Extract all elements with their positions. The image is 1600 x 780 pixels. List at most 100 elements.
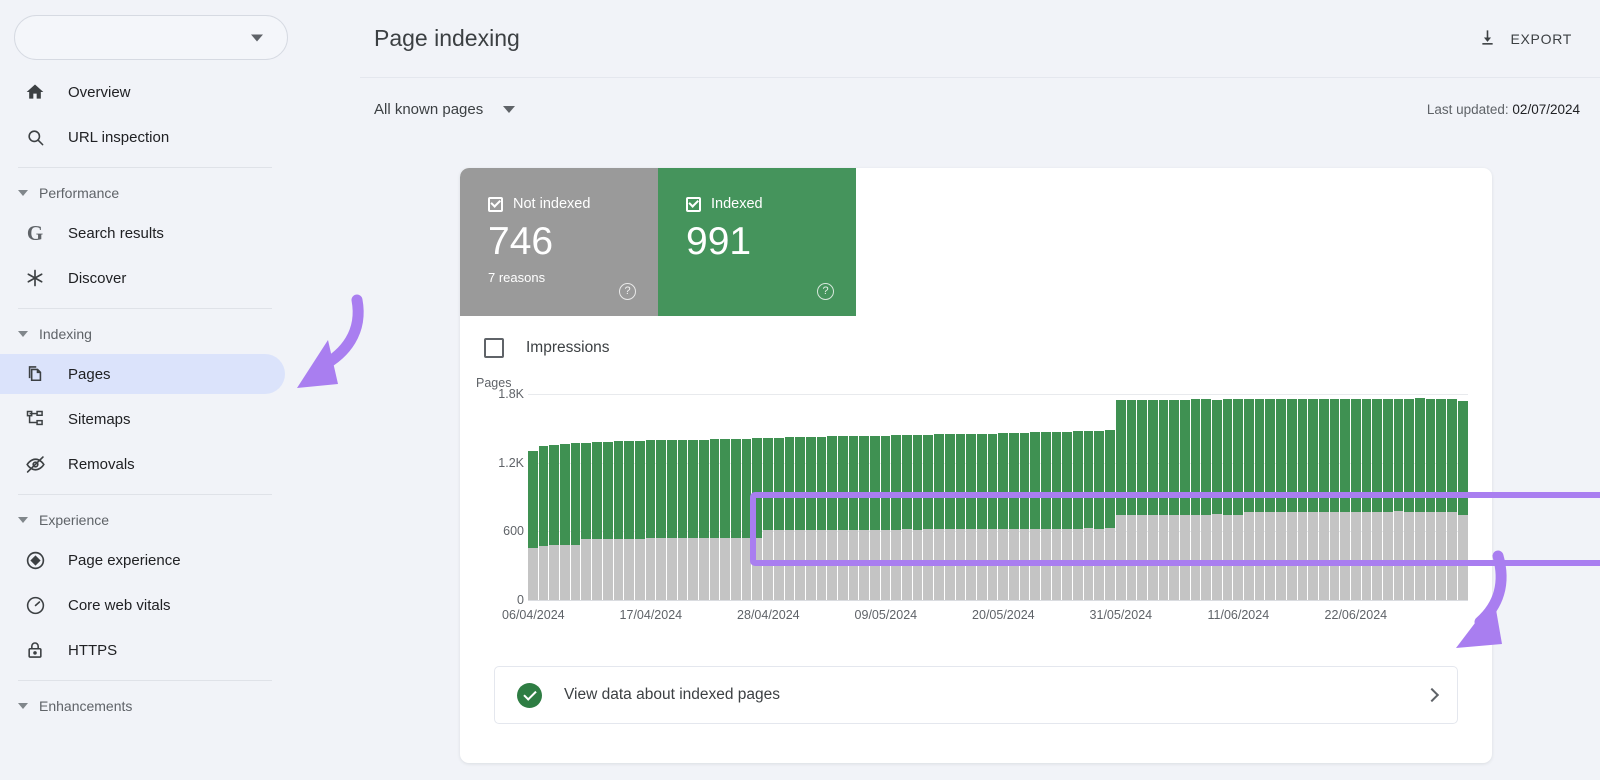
bar[interactable] [1147, 399, 1158, 600]
bar[interactable] [731, 438, 741, 600]
sidebar-section-performance[interactable]: Performance [0, 178, 360, 208]
bar[interactable] [1008, 433, 1019, 600]
sidebar-item-core-web-vitals[interactable]: Core web vitals [0, 585, 285, 625]
bar[interactable] [966, 433, 976, 600]
sidebar-item-page-experience[interactable]: Page experience [0, 540, 285, 580]
bar[interactable] [1425, 398, 1436, 600]
sidebar-item-removals[interactable]: Removals [0, 444, 285, 484]
page-filter-select[interactable]: All known pages [374, 101, 516, 118]
property-selector[interactable] [14, 15, 288, 60]
bar[interactable] [1233, 399, 1244, 600]
bar[interactable] [1030, 432, 1040, 600]
bar[interactable] [1383, 398, 1393, 600]
bar[interactable] [1276, 399, 1286, 600]
bar[interactable] [1105, 430, 1115, 600]
bar[interactable] [902, 434, 912, 600]
bar[interactable] [944, 434, 955, 600]
bar[interactable] [645, 440, 656, 600]
bar[interactable] [1083, 430, 1094, 600]
sidebar-item-https[interactable]: HTTPS [0, 630, 285, 670]
bar[interactable] [752, 438, 763, 600]
bar[interactable] [1350, 398, 1361, 600]
bar[interactable] [1158, 399, 1169, 600]
bar[interactable] [528, 451, 538, 600]
bar[interactable] [699, 439, 709, 600]
sidebar-section-experience[interactable]: Experience [0, 505, 360, 535]
bar[interactable] [1457, 401, 1468, 600]
bar[interactable] [805, 436, 816, 600]
bar[interactable] [848, 436, 859, 600]
bar[interactable] [1201, 399, 1211, 600]
bar[interactable] [1094, 430, 1105, 600]
sidebar-item-sitemaps[interactable]: Sitemaps [0, 399, 285, 439]
sidebar-item-url-inspection[interactable]: URL inspection [0, 117, 285, 157]
impressions-toggle[interactable]: Impressions [460, 316, 1492, 358]
bar[interactable] [1190, 399, 1201, 600]
sidebar-section-enhancements[interactable]: Enhancements [0, 691, 360, 721]
checkbox-checked-icon[interactable] [488, 196, 503, 212]
bar[interactable] [538, 446, 549, 600]
bar[interactable] [1361, 398, 1372, 600]
bar[interactable] [773, 437, 784, 600]
bar[interactable] [1062, 431, 1073, 600]
bar[interactable] [581, 443, 592, 600]
bar[interactable] [1436, 398, 1447, 600]
bar[interactable] [923, 434, 934, 600]
bar[interactable] [624, 441, 634, 600]
bar[interactable] [1254, 399, 1265, 600]
bar[interactable] [1115, 400, 1126, 600]
bar[interactable] [1286, 398, 1297, 600]
help-circle-icon[interactable]: ? [817, 283, 834, 300]
checkbox-checked-icon[interactable] [686, 196, 701, 212]
bar[interactable] [870, 435, 880, 600]
bar[interactable] [859, 435, 869, 600]
sidebar-item-search-results[interactable]: G Search results [0, 213, 285, 253]
bar[interactable] [1265, 399, 1276, 600]
bar[interactable] [613, 441, 624, 600]
export-button[interactable]: EXPORT [1466, 20, 1584, 58]
bar[interactable] [1212, 399, 1222, 600]
sidebar-item-discover[interactable]: Discover [0, 258, 285, 298]
bar[interactable] [998, 433, 1008, 600]
bar[interactable] [1393, 398, 1404, 600]
bar[interactable] [816, 436, 827, 600]
bar[interactable] [955, 433, 966, 600]
help-circle-icon[interactable]: ? [619, 283, 636, 300]
bar[interactable] [656, 440, 666, 600]
bar[interactable] [1415, 398, 1425, 600]
bar[interactable] [720, 439, 731, 600]
bar[interactable] [827, 436, 837, 600]
bar[interactable] [677, 439, 688, 600]
view-indexed-pages-button[interactable]: View data about indexed pages [494, 666, 1458, 724]
bar[interactable] [666, 440, 677, 600]
bar[interactable] [1308, 398, 1318, 600]
sidebar-item-overview[interactable]: Overview [0, 72, 285, 112]
bar[interactable] [880, 435, 891, 600]
bar[interactable] [1372, 398, 1382, 600]
bar[interactable] [784, 437, 795, 600]
sidebar-section-indexing[interactable]: Indexing [0, 319, 360, 349]
bar[interactable] [741, 438, 752, 600]
sidebar-item-pages[interactable]: Pages [0, 354, 285, 394]
bar[interactable] [1244, 399, 1254, 600]
bar[interactable] [763, 438, 773, 600]
checkbox-unchecked-icon[interactable] [484, 338, 504, 358]
bar[interactable] [976, 433, 987, 600]
bar[interactable] [1073, 431, 1083, 600]
bar[interactable] [709, 439, 720, 600]
bar[interactable] [1222, 399, 1233, 600]
bar[interactable] [1297, 398, 1308, 600]
bar[interactable] [1019, 432, 1030, 600]
bar[interactable] [1404, 398, 1415, 600]
bar[interactable] [987, 433, 998, 600]
bar[interactable] [934, 434, 944, 600]
bar[interactable] [1169, 399, 1179, 600]
bar[interactable] [837, 436, 848, 600]
bar[interactable] [560, 443, 570, 600]
bar[interactable] [1041, 432, 1051, 600]
bar[interactable] [891, 435, 902, 600]
bar[interactable] [592, 442, 602, 600]
bar[interactable] [795, 437, 805, 600]
stat-card-indexed[interactable]: Indexed 991 ? [658, 168, 856, 316]
bar[interactable] [1126, 399, 1137, 600]
